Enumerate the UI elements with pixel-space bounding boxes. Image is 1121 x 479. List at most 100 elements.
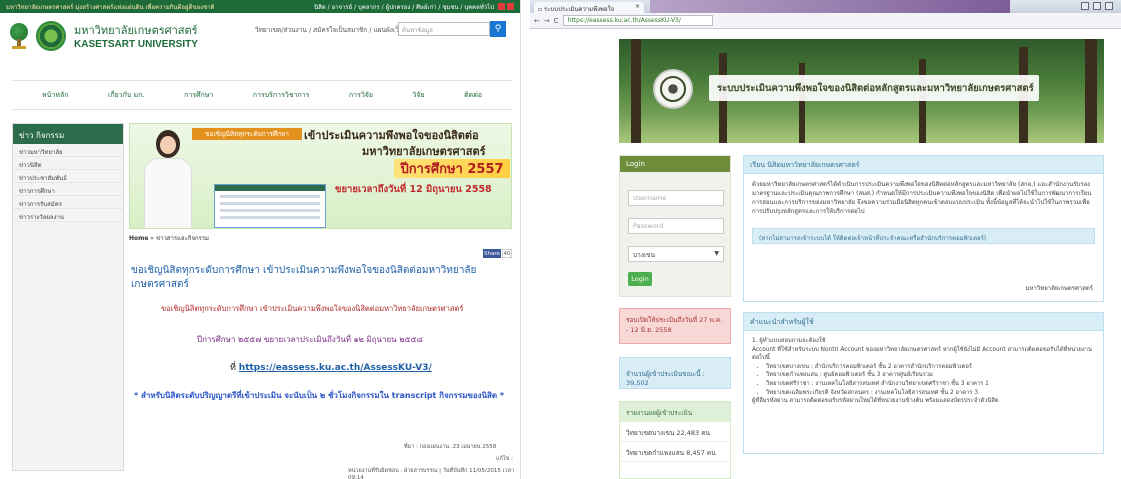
participant-count: จำนวนผู้เข้าประเมินขณะนี้ : 39,502 [619, 357, 731, 389]
window-controls [1081, 2, 1113, 10]
browser-tab[interactable]: ▫ ระบบประเมินความพึงพอใจ × [534, 2, 644, 13]
nav-item-education[interactable]: การศึกษา [184, 90, 213, 101]
banner-tag: ขอเชิญนิสิตทุกระดับการศึกษา [192, 128, 302, 140]
guide-line: วิทยาเขตบางเขน : สำนักบริการคอมพิวเตอร์ … [766, 363, 1095, 372]
chevron-down-icon: ▼ [714, 250, 719, 257]
sidebar-item-admission-news[interactable]: ข่าวการรับสมัคร [13, 196, 123, 209]
article-source: ที่มา : กองแผนงาน, 23 เมษายน 2558 [404, 444, 497, 450]
main-nav: หน้าหลัก เกี่ยวกับ มก. การศึกษา การบริกา… [12, 80, 512, 110]
article-link-prefix: ที่ [230, 363, 239, 373]
minimize-icon[interactable] [1081, 2, 1089, 10]
announcement-heading: เรียน นิสิตมหาวิทยาลัยเกษตรศาสตร์ [744, 156, 1103, 174]
stats-heading: รายงานผลผู้เข้าประเมิน [620, 402, 730, 422]
university-name-th: มหาวิทยาลัยเกษตรศาสตร์ [74, 24, 198, 37]
ku-audience-links[interactable]: นิสิต / อาจารย์ / บุคลากร / ผู้ปกครอง / … [314, 2, 494, 12]
back-icon[interactable]: ← [534, 17, 540, 25]
university-name-en: KASETSART UNIVERSITY [74, 39, 198, 50]
facebook-share-button[interactable]: Share [483, 249, 501, 258]
reload-icon[interactable]: C [554, 17, 559, 25]
breadcrumb-current[interactable]: ข่าวสารและกิจกรรม [156, 235, 209, 242]
announcement-info: (หากไม่สามารถเข้าระบบได้ ให้ติดต่อเจ้าหน… [752, 228, 1095, 244]
assessment-period-alert: รอบเปิดให้ประเมินถึงวันที่ 27 พ.ค. - 12 … [619, 308, 731, 344]
announcement-body: ด้วยมหาวิทยาลัยเกษตรศาสตร์ได้ดำเนินการปร… [752, 181, 1092, 215]
ku-tree-logo[interactable] [10, 22, 28, 49]
campus-select-value: บางเขน [633, 251, 656, 259]
browser-titlebar [650, 0, 1010, 13]
article-link-line: ที่ https://eassess.ku.ac.th/AssessKU-V3… [230, 360, 432, 374]
close-window-icon[interactable] [1105, 2, 1113, 10]
guide-panel: คำแนะนำสำหรับผู้ใช้ 1. ผู้ทำแบบสอบถามจะต… [743, 312, 1104, 454]
breadcrumb: Home » ข่าวสารและกิจกรรม [129, 235, 210, 242]
ku-news-screenshot: มหาวิทยาลัยเกษตรศาสตร์ มุ่งสร้างศาสตร์แห… [0, 0, 521, 479]
campus-select[interactable]: บางเขน ▼ [628, 246, 724, 262]
system-title: ระบบประเมินความพึงพอใจของนิสิตต่อหลักสูต… [709, 75, 1039, 101]
news-sidebar: ข่าว กิจกรรม ข่าวมหาวิทยาลัย ข่าวนิสิต ข… [12, 123, 124, 471]
password-input[interactable]: Password [628, 218, 724, 234]
ku-seal-logo [653, 69, 693, 109]
login-heading: Login [620, 156, 730, 172]
search-button[interactable]: ⚲ [490, 21, 506, 37]
ku-top-bar-slogan: มหาวิทยาลัยเกษตรศาสตร์ มุ่งสร้างศาสตร์แห… [6, 3, 215, 11]
guide-intro: 1. ผู้ทำแบบสอบถามจะต้องใช้ [752, 338, 826, 344]
banner-extended-date: ขยายเวลาถึงวันที่ 12 มิถุนายน 2558 [335, 184, 492, 195]
assessment-banner[interactable]: ขอเชิญนิสิตทุกระดับการศึกษา เข้าประเมินค… [129, 123, 512, 229]
sidebar-item-pr-news[interactable]: ข่าวประชาสัมพันธ์ [13, 170, 123, 183]
guide-footer: ผู้ที่ลืมรหัสผ่าน สามารถติดต่อขอรับรหัสผ… [752, 398, 999, 405]
student-photo [138, 126, 198, 228]
guide-line: วิทยาเขตเฉลิมพระเกียรติ จังหวัดสกลนคร : … [766, 389, 1095, 398]
guide-line: วิทยาเขตศรีราชา : งานเทคโนโลยีสารสนเทศ ส… [766, 380, 1095, 389]
search-icon: ⚲ [494, 24, 502, 34]
guide-line: วิทยาเขตกำแพงแสน : ศูนย์คอมพิวเตอร์ ชั้น… [766, 371, 1095, 380]
maximize-icon[interactable] [1093, 2, 1101, 10]
sidebar-item-award-news[interactable]: ข่าวรางวัลผลงาน [13, 209, 123, 222]
tab-title: ระบบประเมินความพึงพอใจ [544, 6, 615, 13]
forward-icon[interactable]: → [544, 17, 550, 25]
login-panel: Login Username Password บางเขน ▼ Login [619, 155, 731, 297]
article-invitation: ขอเชิญนิสิตทุกระดับการศึกษา เข้าประเมินค… [161, 304, 464, 313]
share-count: 40 [502, 249, 512, 258]
ku-top-bar: มหาวิทยาลัยเกษตรศาสตร์ มุ่งสร้างศาสตร์แห… [0, 0, 520, 13]
browser-tab-bar: ▫ ระบบประเมินความพึงพอใจ × [530, 0, 1121, 13]
stats-row: วิทยาเขตบางเขน 22,483 คน [620, 422, 730, 442]
nav-item-home[interactable]: หน้าหลัก [42, 90, 68, 101]
guide-body: 1. ผู้ทำแบบสอบถามจะต้องใช้ Account ที่ใช… [744, 331, 1103, 412]
nav-item-contact[interactable]: ติดต่อ [464, 90, 482, 101]
sidebar-item-university-news[interactable]: ข่าวมหาวิทยาลัย [13, 144, 123, 157]
nav-item-about[interactable]: เกี่ยวกับ มก. [108, 90, 145, 101]
guide-line: Account ที่ใช้สำหรับระบบ Nontri Account … [752, 346, 1092, 362]
nav-item-service[interactable]: การบริการวิชาการ [253, 90, 310, 101]
username-input[interactable]: Username [628, 190, 724, 206]
language-icon[interactable] [507, 3, 514, 10]
address-bar[interactable]: https://eassess.ku.ac.th/AssessKU-V3/ [562, 15, 713, 26]
article-responsible: หน่วยงานที่รับผิดชอบ : ฝ่ายสารบรรณ | วัน… [348, 468, 515, 479]
search-input[interactable]: ค้นหาข้อมูล [398, 22, 490, 36]
assessment-link[interactable]: https://eassess.ku.ac.th/AssessKU-V3/ [239, 363, 432, 373]
close-tab-icon[interactable]: × [635, 3, 640, 10]
eassess-screenshot: ▫ ระบบประเมินความพึงพอใจ × ← → C https:/… [530, 0, 1121, 479]
article-deadline: ปีการศึกษา ๒๕๕๗ ขยายเวลาประเมินถึงวันที่… [197, 335, 423, 344]
font-size-icon[interactable] [498, 3, 505, 10]
header-links[interactable]: วิทยาเขต/ส่วนงาน / สมัครใจเป็นสมาชิก / แ… [255, 25, 415, 35]
announcement-signoff: มหาวิทยาลัยเกษตรศาสตร์ [1025, 285, 1093, 292]
guide-heading: คำแนะนำสำหรับผู้ใช้ [744, 313, 1103, 331]
sidebar-item-student-news[interactable]: ข่าวนิสิต [13, 157, 123, 170]
breadcrumb-home[interactable]: Home [129, 235, 148, 242]
article-edited: แก้ไข : [496, 456, 514, 462]
banner-academic-year: ปีการศึกษา 2557 [394, 159, 510, 178]
ku-header: มหาวิทยาลัยเกษตรศาสตร์ KASETSART UNIVERS… [0, 13, 520, 58]
page-icon: ▫ [538, 6, 543, 13]
sidebar-heading: ข่าว กิจกรรม [13, 124, 123, 144]
stats-panel: รายงานผลผู้เข้าประเมิน วิทยาเขตบางเขน 22… [619, 401, 731, 479]
article-title: ขอเชิญนิสิตทุกระดับการศึกษา เข้าประเมินค… [131, 265, 477, 290]
browser-toolbar: ← → C https://eassess.ku.ac.th/AssessKU-… [530, 13, 1121, 29]
ku-seal-logo[interactable] [36, 20, 66, 51]
stats-row: วิทยาเขตกำแพงแสน 8,457 คน [620, 442, 730, 462]
announcement-panel: เรียน นิสิตมหาวิทยาลัยเกษตรศาสตร์ ด้วยมห… [743, 155, 1104, 302]
system-screenshot-image [214, 184, 326, 228]
article-note: * สำหรับนิสิตระดับปริญญาตรีที่เข้าประเมิ… [134, 391, 505, 400]
login-button[interactable]: Login [628, 272, 652, 286]
eassess-banner: ระบบประเมินความพึงพอใจของนิสิตต่อหลักสูต… [619, 39, 1104, 143]
nav-item-research[interactable]: การวิจัย [349, 90, 373, 101]
nav-item-research-2[interactable]: วิจัย [412, 90, 424, 101]
sidebar-item-education-news[interactable]: ข่าวการศึกษา [13, 183, 123, 196]
